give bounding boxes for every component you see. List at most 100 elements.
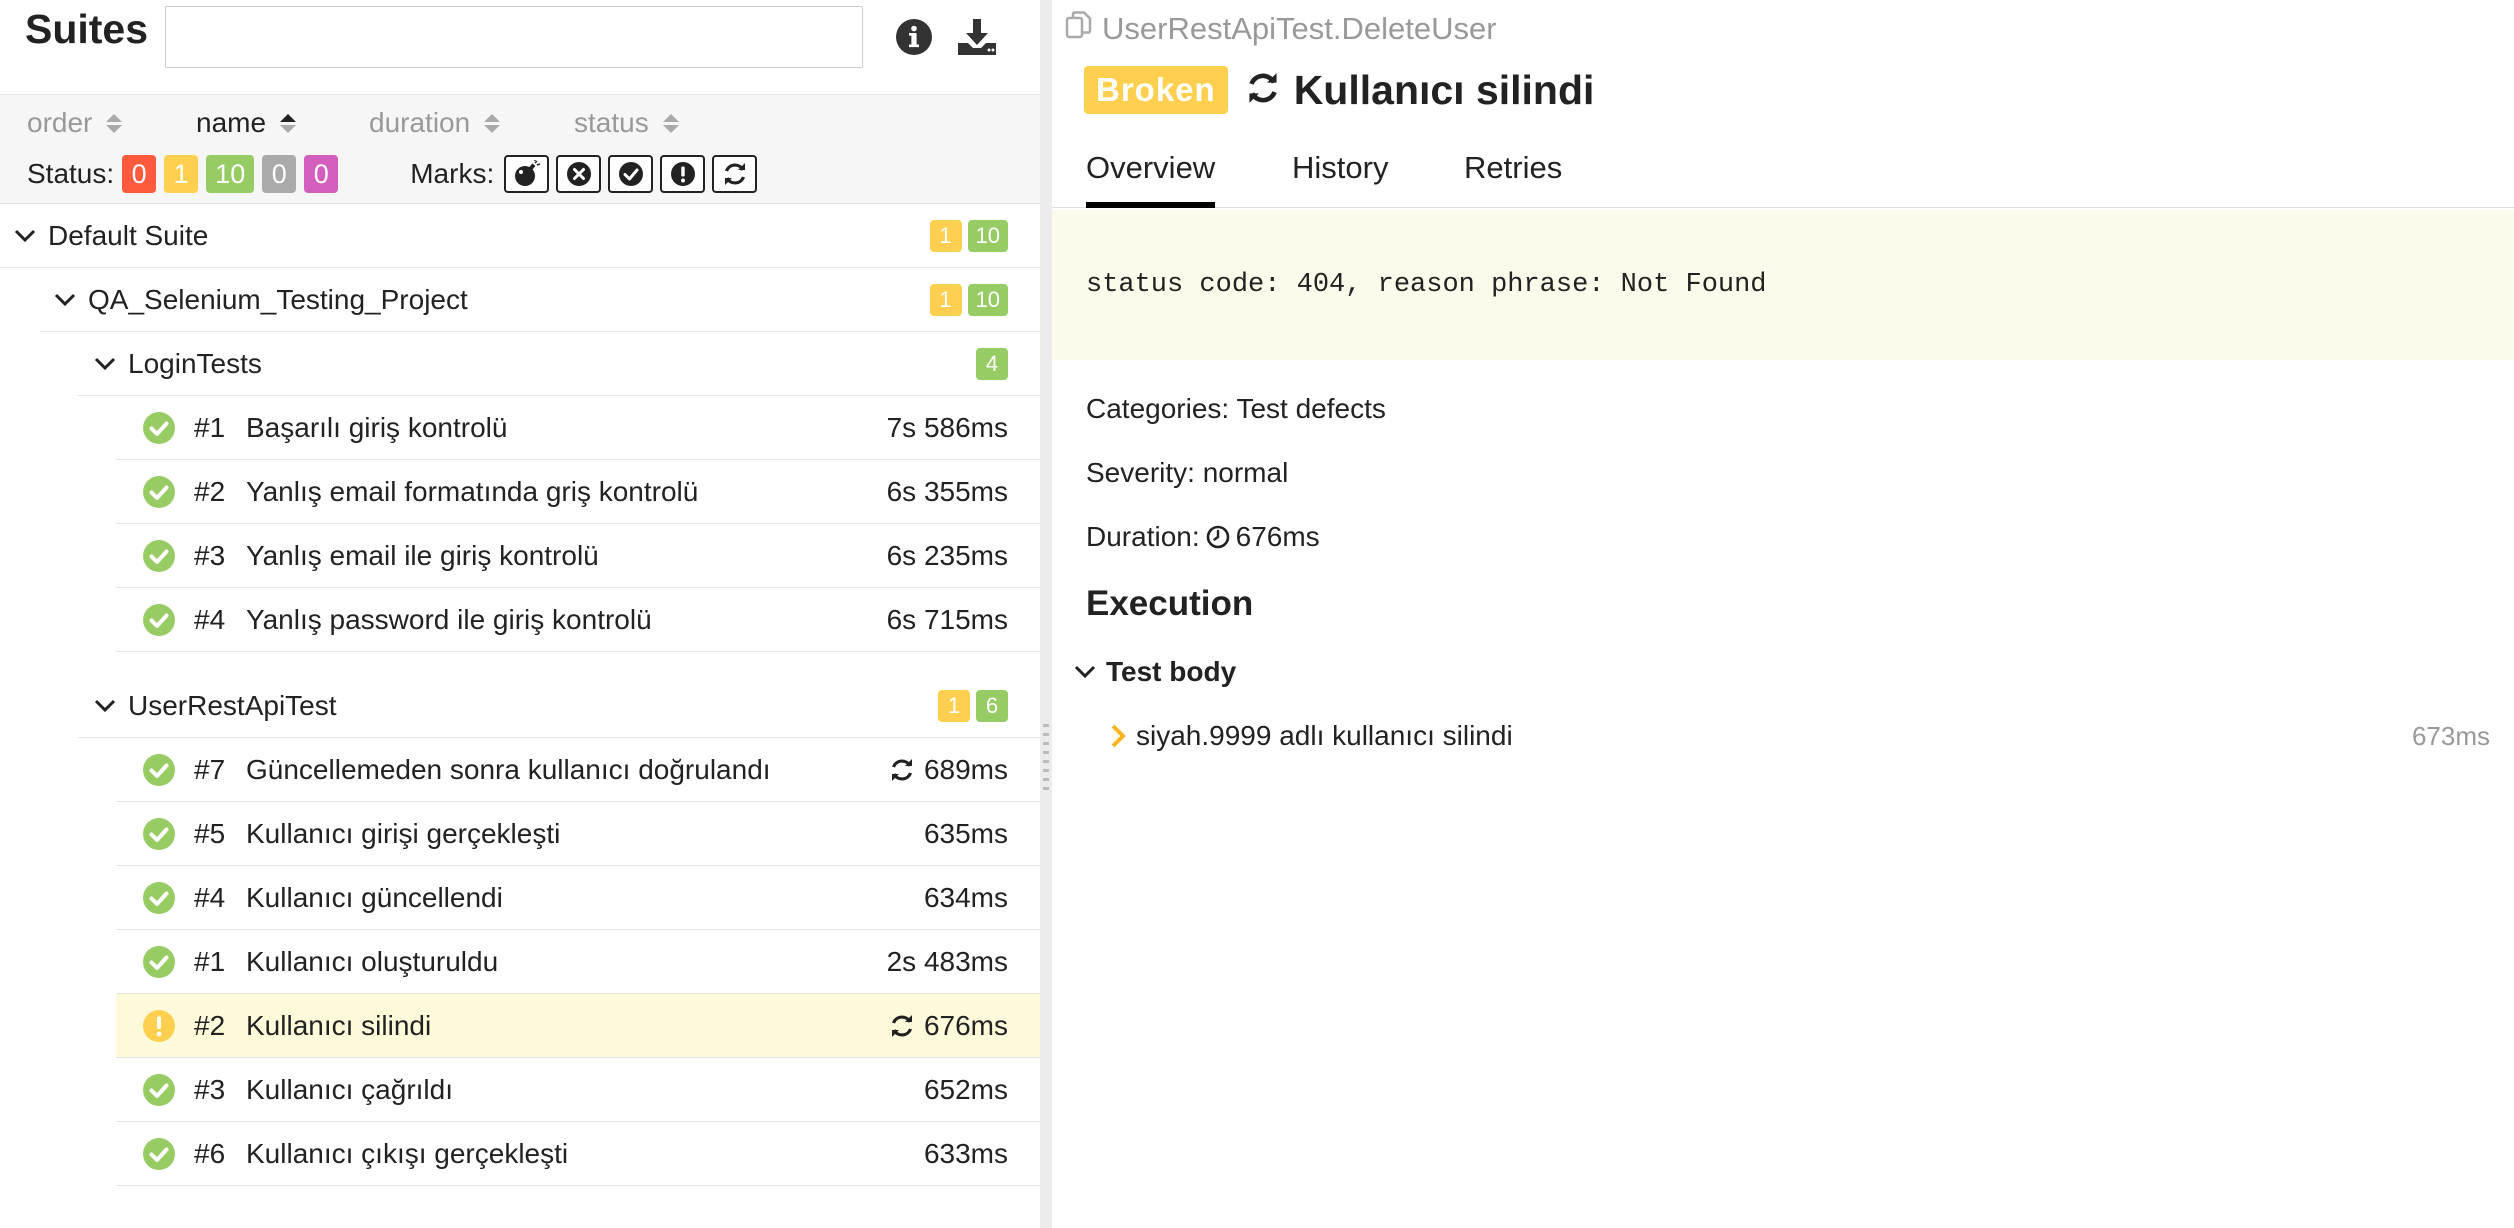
exclamation-circle-icon[interactable]	[660, 155, 706, 193]
test-row[interactable]: #4 Yanlış password ile giriş kontrolü 6s 7…	[116, 588, 1040, 652]
times-circle-icon[interactable]	[556, 155, 602, 193]
sort-duration-label: duration	[369, 107, 471, 138]
test-row[interactable]: #2 Kullanıcı silindi 676ms	[116, 994, 1040, 1058]
categories-line: Categories: Test defects	[1086, 393, 1386, 424]
test-duration-cell: 634ms	[924, 882, 1008, 914]
test-row[interactable]: #7 Güncellemeden sonra kullanıcı doğrulan…	[116, 738, 1040, 802]
clock-icon	[1206, 525, 1230, 549]
detail-tabs: Overview History Retries	[1052, 136, 2514, 208]
test-row[interactable]: #2 Yanlış email formatında griş kontrolü 6…	[116, 460, 1040, 524]
passed-count-toggle[interactable]: 10	[206, 155, 255, 193]
test-name: Kullanıcı çağrıldı	[246, 1073, 453, 1105]
test-number: #4	[194, 603, 226, 635]
suites-panel: Suites order name duration status Status…	[0, 0, 1040, 1228]
passed-count-badge: 6	[976, 689, 1008, 722]
test-row[interactable]: #1 Kullanıcı oluşturuldu 2s 483ms	[116, 930, 1040, 994]
test-row[interactable]: #3 Yanlış email ile giriş kontrolü 6s 235m…	[116, 524, 1040, 588]
sort-and-filter-bar: order name duration status Status: 0 1 1…	[0, 94, 1040, 204]
test-name: Kullanıcı çıkışı gerçekleşti	[246, 1137, 569, 1169]
tree-group-user-rest-api-test[interactable]: UserRestApiTest 1 6	[78, 674, 1040, 738]
sort-by-duration[interactable]: duration	[369, 107, 501, 139]
status-badge: Broken	[1084, 66, 1228, 114]
check-circle-icon	[142, 411, 176, 445]
status-filter-row: Status: 0 1 10 0 0 Marks:	[27, 155, 764, 193]
step-row[interactable]: siyah.9999 adlı kullanıcı silindi 673ms	[1110, 720, 2490, 752]
panel-title: Suites	[25, 6, 149, 52]
broken-count-badge: 1	[938, 689, 970, 722]
chevron-down-icon	[10, 229, 40, 243]
test-number: #5	[194, 817, 226, 849]
check-circle-icon	[142, 539, 176, 573]
tab-history[interactable]: History	[1292, 150, 1388, 208]
broken-count-toggle[interactable]: 1	[164, 155, 199, 193]
unknown-count-toggle[interactable]: 0	[304, 155, 339, 193]
test-body-toggle[interactable]: Test body	[1074, 656, 1236, 688]
test-number: #6	[194, 1137, 226, 1169]
test-number: #2	[194, 1009, 226, 1041]
group-label: LoginTests	[128, 347, 262, 379]
test-duration: 635ms	[923, 817, 1008, 849]
search-input[interactable]	[165, 6, 863, 68]
tree-group-project[interactable]: QA_Selenium_Testing_Project 1 10	[40, 268, 1040, 332]
test-name: Yanlış email ile giriş kontrolü	[246, 539, 599, 571]
test-duration-cell: 7s 586ms	[887, 412, 1008, 444]
download-icon[interactable]	[954, 14, 1000, 60]
sort-by-status[interactable]: status	[574, 107, 679, 139]
copy-icon[interactable]	[1064, 10, 1094, 48]
breadcrumb: UserRestApiTest.DeleteUser	[1064, 10, 1497, 48]
tree-group-default-suite[interactable]: Default Suite 1 10	[0, 204, 1040, 268]
skipped-count-toggle[interactable]: 0	[262, 155, 297, 193]
test-row[interactable]: #4 Kullanıcı güncellendi 634ms	[116, 866, 1040, 930]
failed-count-toggle[interactable]: 0	[122, 155, 157, 193]
group-counts: 1 10	[929, 283, 1008, 316]
test-duration: 633ms	[923, 1137, 1008, 1169]
tab-retries[interactable]: Retries	[1464, 150, 1562, 208]
test-duration: 7s 586ms	[886, 411, 1008, 443]
test-row[interactable]: #1 Başarılı giriş kontrolü 7s 586ms	[116, 396, 1040, 460]
sort-arrows-icon	[106, 113, 123, 133]
test-duration-cell: 633ms	[924, 1138, 1008, 1170]
group-counts: 1 10	[929, 219, 1008, 252]
refresh-icon	[888, 756, 916, 784]
info-icon[interactable]	[891, 14, 937, 60]
test-number: #3	[194, 539, 226, 571]
test-name: Kullanıcı silindi	[246, 1009, 432, 1041]
test-duration-cell: 689ms	[888, 754, 1008, 786]
chevron-down-icon	[90, 699, 120, 713]
test-name: Kullanıcı oluşturuldu	[246, 945, 499, 977]
tab-overview[interactable]: Overview	[1086, 150, 1216, 208]
error-message-box: status code: 404, reason phrase: Not Fou…	[1052, 210, 2514, 360]
test-row[interactable]: #3 Kullanıcı çağrıldı 652ms	[116, 1058, 1040, 1122]
test-duration-cell: 2s 483ms	[887, 946, 1008, 978]
test-name: Başarılı giriş kontrolü	[246, 411, 508, 443]
pane-splitter[interactable]	[1040, 0, 1052, 1228]
group-counts: 4	[976, 347, 1008, 380]
sort-by-order[interactable]: order	[27, 107, 123, 139]
test-row[interactable]: #5 Kullanıcı girişi gerçekleşti 635ms	[116, 802, 1040, 866]
test-number: #1	[194, 411, 226, 443]
broken-count-badge: 1	[929, 219, 962, 252]
bomb-icon[interactable]	[504, 155, 550, 193]
test-duration: 689ms	[923, 753, 1008, 785]
tree-group-login-tests[interactable]: LoginTests 4	[78, 332, 1040, 396]
test-duration-cell: 6s 355ms	[887, 476, 1008, 508]
chevron-down-icon	[1074, 665, 1096, 679]
refresh-icon[interactable]	[712, 155, 758, 193]
group-label: UserRestApiTest	[128, 689, 337, 721]
sort-by-name[interactable]: name	[196, 107, 297, 139]
duration-label: Duration:	[1086, 521, 1200, 552]
test-name: Yanlış email formatında griş kontrolü	[246, 475, 699, 507]
step-name: siyah.9999 adlı kullanıcı silindi	[1136, 720, 1513, 751]
test-duration: 2s 483ms	[886, 945, 1008, 977]
check-circle-icon	[142, 945, 176, 979]
check-circle-icon	[142, 753, 176, 787]
passed-count-badge: 4	[976, 347, 1008, 380]
test-duration-cell: 6s 235ms	[887, 540, 1008, 572]
check-circle-icon[interactable]	[608, 155, 654, 193]
splitter-grip-icon[interactable]	[1040, 724, 1052, 790]
test-title-row: Broken Kullanıcı silindi	[1084, 66, 1594, 114]
test-row[interactable]: #6 Kullanıcı çıkışı gerçekleşti 633ms	[116, 1122, 1040, 1186]
test-number: #7	[194, 753, 226, 785]
marks-filter-label: Marks:	[410, 158, 495, 189]
test-detail-panel: UserRestApiTest.DeleteUser Broken Kullan…	[1052, 0, 2514, 1228]
